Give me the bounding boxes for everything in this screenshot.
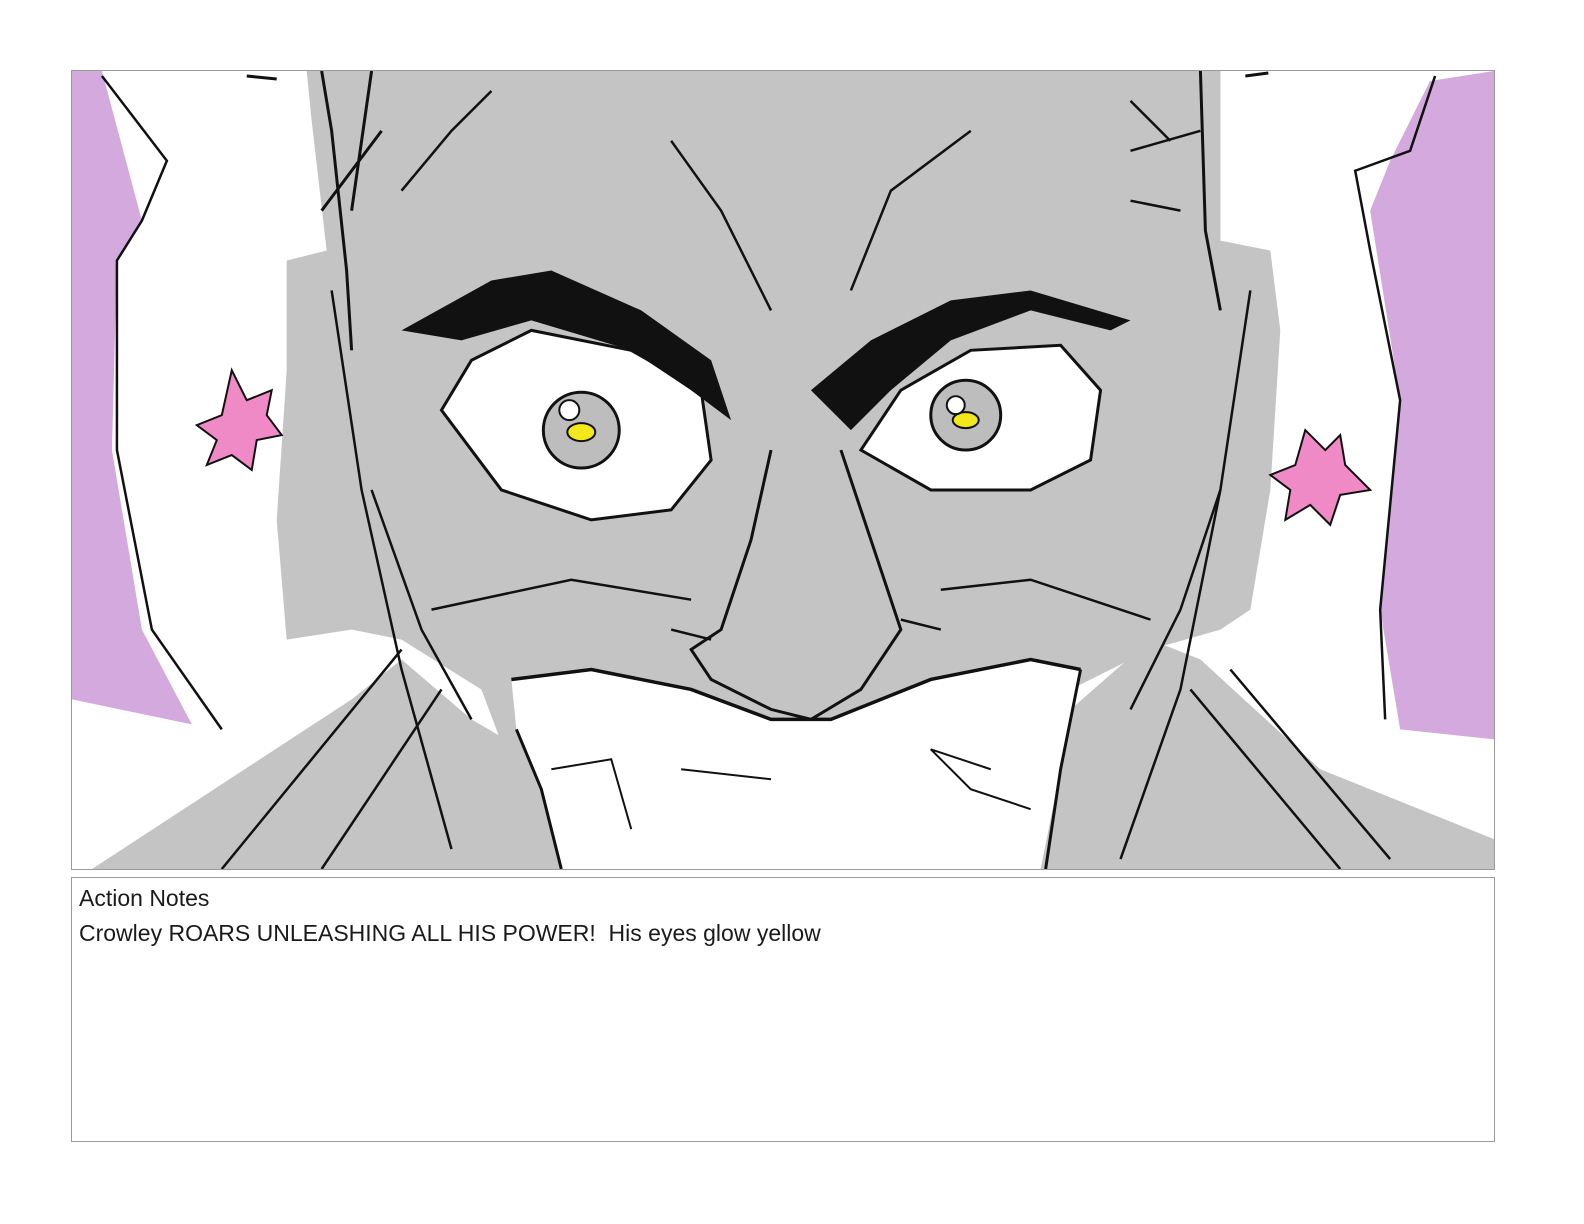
action-notes-label: Action Notes (79, 885, 210, 911)
action-notes-box: Action Notes Crowley ROARS UNLEASHING AL… (71, 877, 1495, 1142)
left-eye-glow (566, 422, 597, 443)
panel-sketch (72, 71, 1494, 869)
action-notes-text: Crowley ROARS UNLEASHING ALL HIS POWER! … (79, 920, 821, 946)
storyboard-panel (71, 70, 1495, 870)
